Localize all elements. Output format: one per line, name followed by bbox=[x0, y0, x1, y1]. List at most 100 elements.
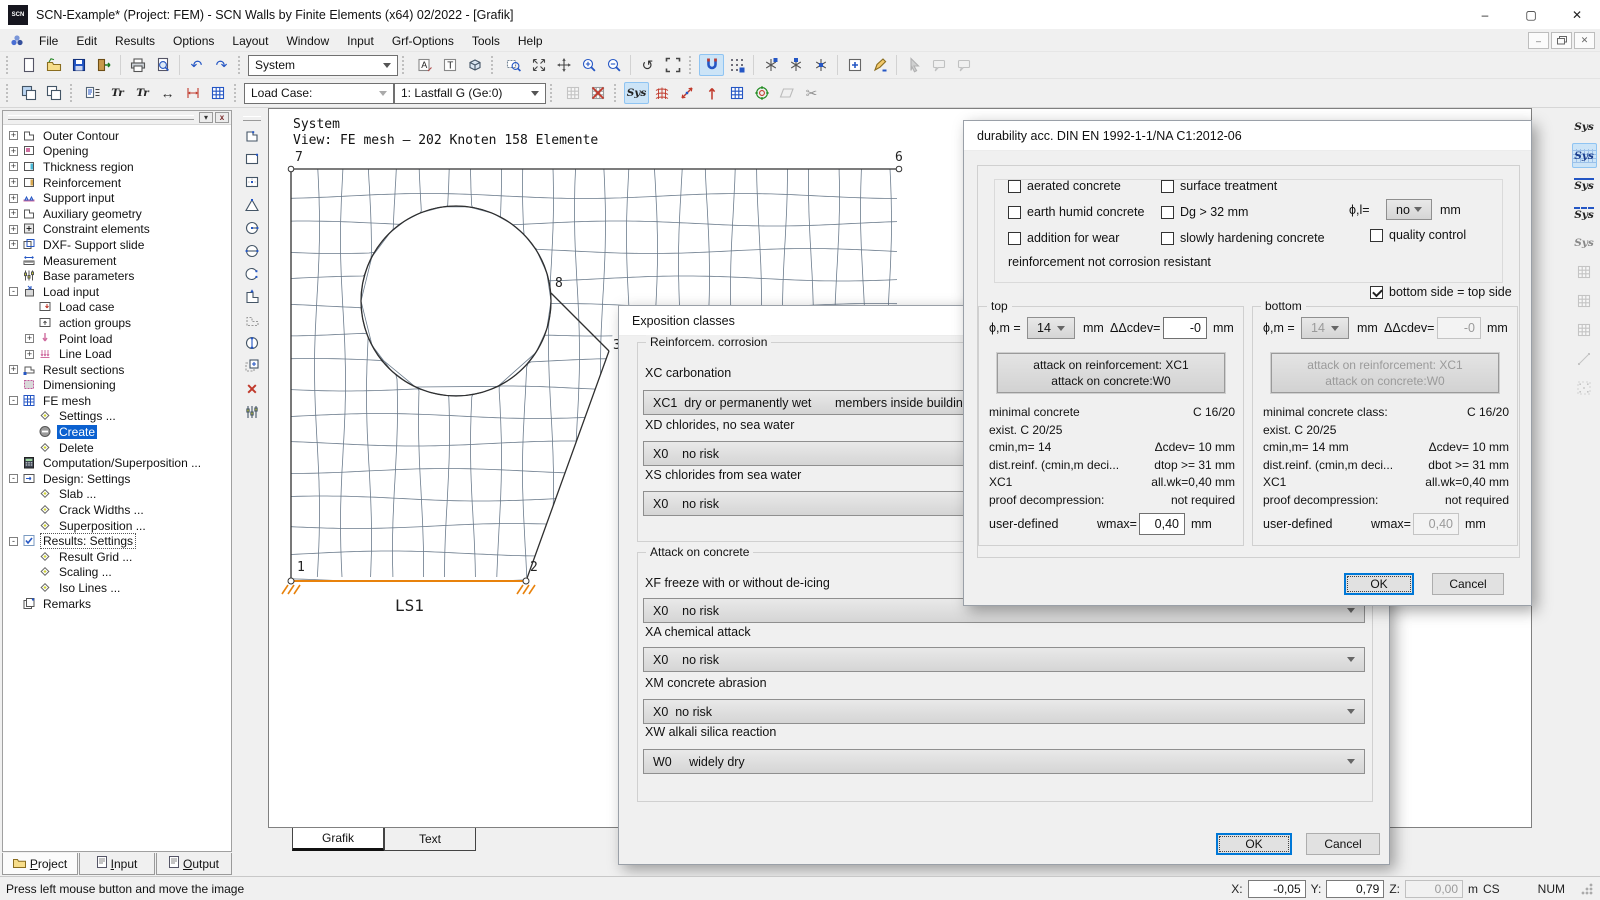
menu-window[interactable]: Window bbox=[277, 32, 338, 50]
tree-item-iso-lines[interactable]: Iso Lines ... bbox=[3, 580, 231, 596]
load-case-combo[interactable]: Load Case: bbox=[244, 83, 394, 104]
menu-help[interactable]: Help bbox=[509, 32, 552, 50]
tree-expander[interactable]: + bbox=[9, 178, 18, 187]
mesh-distort-button[interactable] bbox=[649, 82, 674, 104]
checkbox-slowly-hardening-concrete[interactable]: slowly hardening concrete bbox=[1161, 231, 1325, 245]
tree-item-delete[interactable]: Delete bbox=[3, 440, 231, 456]
tree-expander[interactable]: + bbox=[9, 147, 18, 156]
dimension-button[interactable] bbox=[180, 82, 205, 104]
checkbox-surface-treatment[interactable]: surface treatment bbox=[1161, 179, 1277, 193]
menu-file[interactable]: File bbox=[30, 32, 67, 50]
phi-l-combo[interactable]: no bbox=[1386, 199, 1432, 220]
pick-cursor-button[interactable] bbox=[901, 54, 926, 76]
grid-extend-right-button[interactable] bbox=[1572, 288, 1597, 313]
rectangle-center-tool[interactable] bbox=[240, 171, 265, 193]
coordinate-x-field[interactable]: -0,05 bbox=[1248, 880, 1306, 898]
tree-item-measurement[interactable]: Measurement bbox=[3, 253, 231, 269]
grid-full-button[interactable] bbox=[1572, 259, 1597, 284]
triangle-tool[interactable] bbox=[240, 194, 265, 216]
checkbox-dg-32-mm[interactable]: Dg > 32 mm bbox=[1161, 205, 1248, 219]
tree-expander[interactable]: - bbox=[9, 537, 18, 546]
tree-expander[interactable]: + bbox=[9, 162, 18, 171]
tree-panel-grip[interactable] bbox=[8, 115, 194, 120]
tree-item-settings[interactable]: Settings ... bbox=[3, 409, 231, 425]
circle-radius-tool[interactable] bbox=[240, 217, 265, 239]
quality-control-checkbox[interactable]: quality control bbox=[1370, 228, 1466, 242]
layer-back-button[interactable] bbox=[41, 82, 66, 104]
wmax-field-top[interactable]: 0,40 bbox=[1139, 513, 1185, 535]
element-params-tool[interactable] bbox=[240, 401, 265, 423]
tree-item-scaling[interactable]: Scaling ... bbox=[3, 565, 231, 581]
checkbox-earth-humid-concrete[interactable]: earth humid concrete bbox=[1008, 205, 1144, 219]
tree-expander[interactable]: + bbox=[25, 350, 34, 359]
sys-plain-view-button[interactable]: Sys bbox=[1572, 114, 1597, 139]
sys-mesh-view-button[interactable]: Sys bbox=[1572, 143, 1597, 168]
toolbar-grip[interactable] bbox=[614, 84, 620, 102]
checkbox-box[interactable] bbox=[1161, 180, 1174, 193]
menu-edit[interactable]: Edit bbox=[67, 32, 106, 50]
delete-grid-button[interactable] bbox=[585, 82, 610, 104]
open-button[interactable] bbox=[41, 54, 66, 76]
tree-item-superposition[interactable]: Superposition ... bbox=[3, 518, 231, 534]
mdi-close-button[interactable]: ✕ bbox=[1574, 32, 1595, 49]
close-button[interactable]: ✕ bbox=[1554, 0, 1600, 30]
attack-classes-button-top[interactable]: attack on reinforcement: XC1attack on co… bbox=[997, 353, 1225, 393]
checkbox-box[interactable] bbox=[1008, 232, 1021, 245]
point-grid-button[interactable] bbox=[724, 54, 749, 76]
resize-grip[interactable] bbox=[1580, 882, 1594, 896]
bottom-equals-top-box[interactable] bbox=[1370, 286, 1383, 299]
pan-button[interactable] bbox=[551, 54, 576, 76]
region-button[interactable] bbox=[774, 82, 799, 104]
tree-item-support-input[interactable]: +Support input bbox=[3, 190, 231, 206]
tree-expander[interactable]: - bbox=[9, 396, 18, 405]
menu-results[interactable]: Results bbox=[106, 32, 164, 50]
tree-item-load-input[interactable]: -Load input bbox=[3, 284, 231, 300]
tree-expander[interactable]: - bbox=[9, 474, 18, 483]
rectangle-tool[interactable] bbox=[240, 148, 265, 170]
circle-arc-tool[interactable] bbox=[240, 263, 265, 285]
undo-button[interactable]: ↶ bbox=[184, 54, 209, 76]
redo-button[interactable]: ↷ bbox=[209, 54, 234, 76]
exposition-ok-button[interactable]: OK bbox=[1216, 833, 1292, 855]
toolbar-grip[interactable] bbox=[550, 84, 556, 102]
tree-item-crack-widths[interactable]: Crack Widths ... bbox=[3, 502, 231, 518]
tree-panel-menu-button[interactable]: ▾ bbox=[199, 112, 213, 123]
tree-item-point-load[interactable]: +Point load bbox=[3, 331, 231, 347]
redraw-button[interactable]: ↺ bbox=[635, 54, 660, 76]
tree-item-computation-superposition[interactable]: Computation/Superposition ... bbox=[3, 455, 231, 471]
checkbox-addition-for-wear[interactable]: addition for wear bbox=[1008, 231, 1119, 245]
layer-front-button[interactable] bbox=[16, 82, 41, 104]
exposition-combo-xw[interactable]: W0 widely dry bbox=[643, 749, 1365, 774]
exposition-combo-xa[interactable]: X0 no risk bbox=[643, 647, 1365, 672]
circle-stretch-tool[interactable] bbox=[240, 332, 265, 354]
scale-diagonal-button[interactable] bbox=[674, 82, 699, 104]
sys-slide-view-button[interactable]: Sys bbox=[1572, 230, 1597, 255]
tree-item-thickness-region[interactable]: +Thickness region bbox=[3, 159, 231, 175]
toolbar-grip[interactable] bbox=[238, 56, 244, 74]
tree-item-dxf-support-slide[interactable]: +DXF- Support slide bbox=[3, 237, 231, 253]
quality-control-box[interactable] bbox=[1370, 229, 1383, 242]
legend-button[interactable] bbox=[80, 82, 105, 104]
panel-tab-input[interactable]: Input bbox=[79, 853, 155, 875]
snap-node-button[interactable] bbox=[758, 54, 783, 76]
toolbar-grip[interactable] bbox=[689, 56, 695, 74]
toolbar-grip[interactable] bbox=[6, 56, 12, 74]
zoom-out-button[interactable] bbox=[601, 54, 626, 76]
sys-dim-view-button[interactable]: Sys bbox=[1572, 172, 1597, 197]
tab-text[interactable]: Text bbox=[384, 828, 476, 851]
render-3d-button[interactable] bbox=[462, 54, 487, 76]
exposition-cancel-button[interactable]: Cancel bbox=[1306, 833, 1380, 855]
corner-points-button[interactable] bbox=[1572, 375, 1597, 400]
panel-tab-output[interactable]: Output bbox=[156, 853, 232, 875]
edit-point-button[interactable] bbox=[867, 54, 892, 76]
text-size-button[interactable]: Tr bbox=[105, 82, 130, 104]
toolbar-grip[interactable] bbox=[402, 56, 408, 74]
callout-button[interactable] bbox=[926, 54, 951, 76]
zoom-fit-button[interactable] bbox=[526, 54, 551, 76]
tree-expander[interactable]: + bbox=[9, 365, 18, 374]
stretch-button[interactable]: ↔ bbox=[155, 82, 180, 104]
sys-dxf-view-button[interactable]: Sys bbox=[1572, 201, 1597, 226]
delete-element-tool[interactable]: ✕ bbox=[240, 378, 265, 400]
measure-line-button[interactable] bbox=[1572, 346, 1597, 371]
checkbox-box[interactable] bbox=[1008, 180, 1021, 193]
